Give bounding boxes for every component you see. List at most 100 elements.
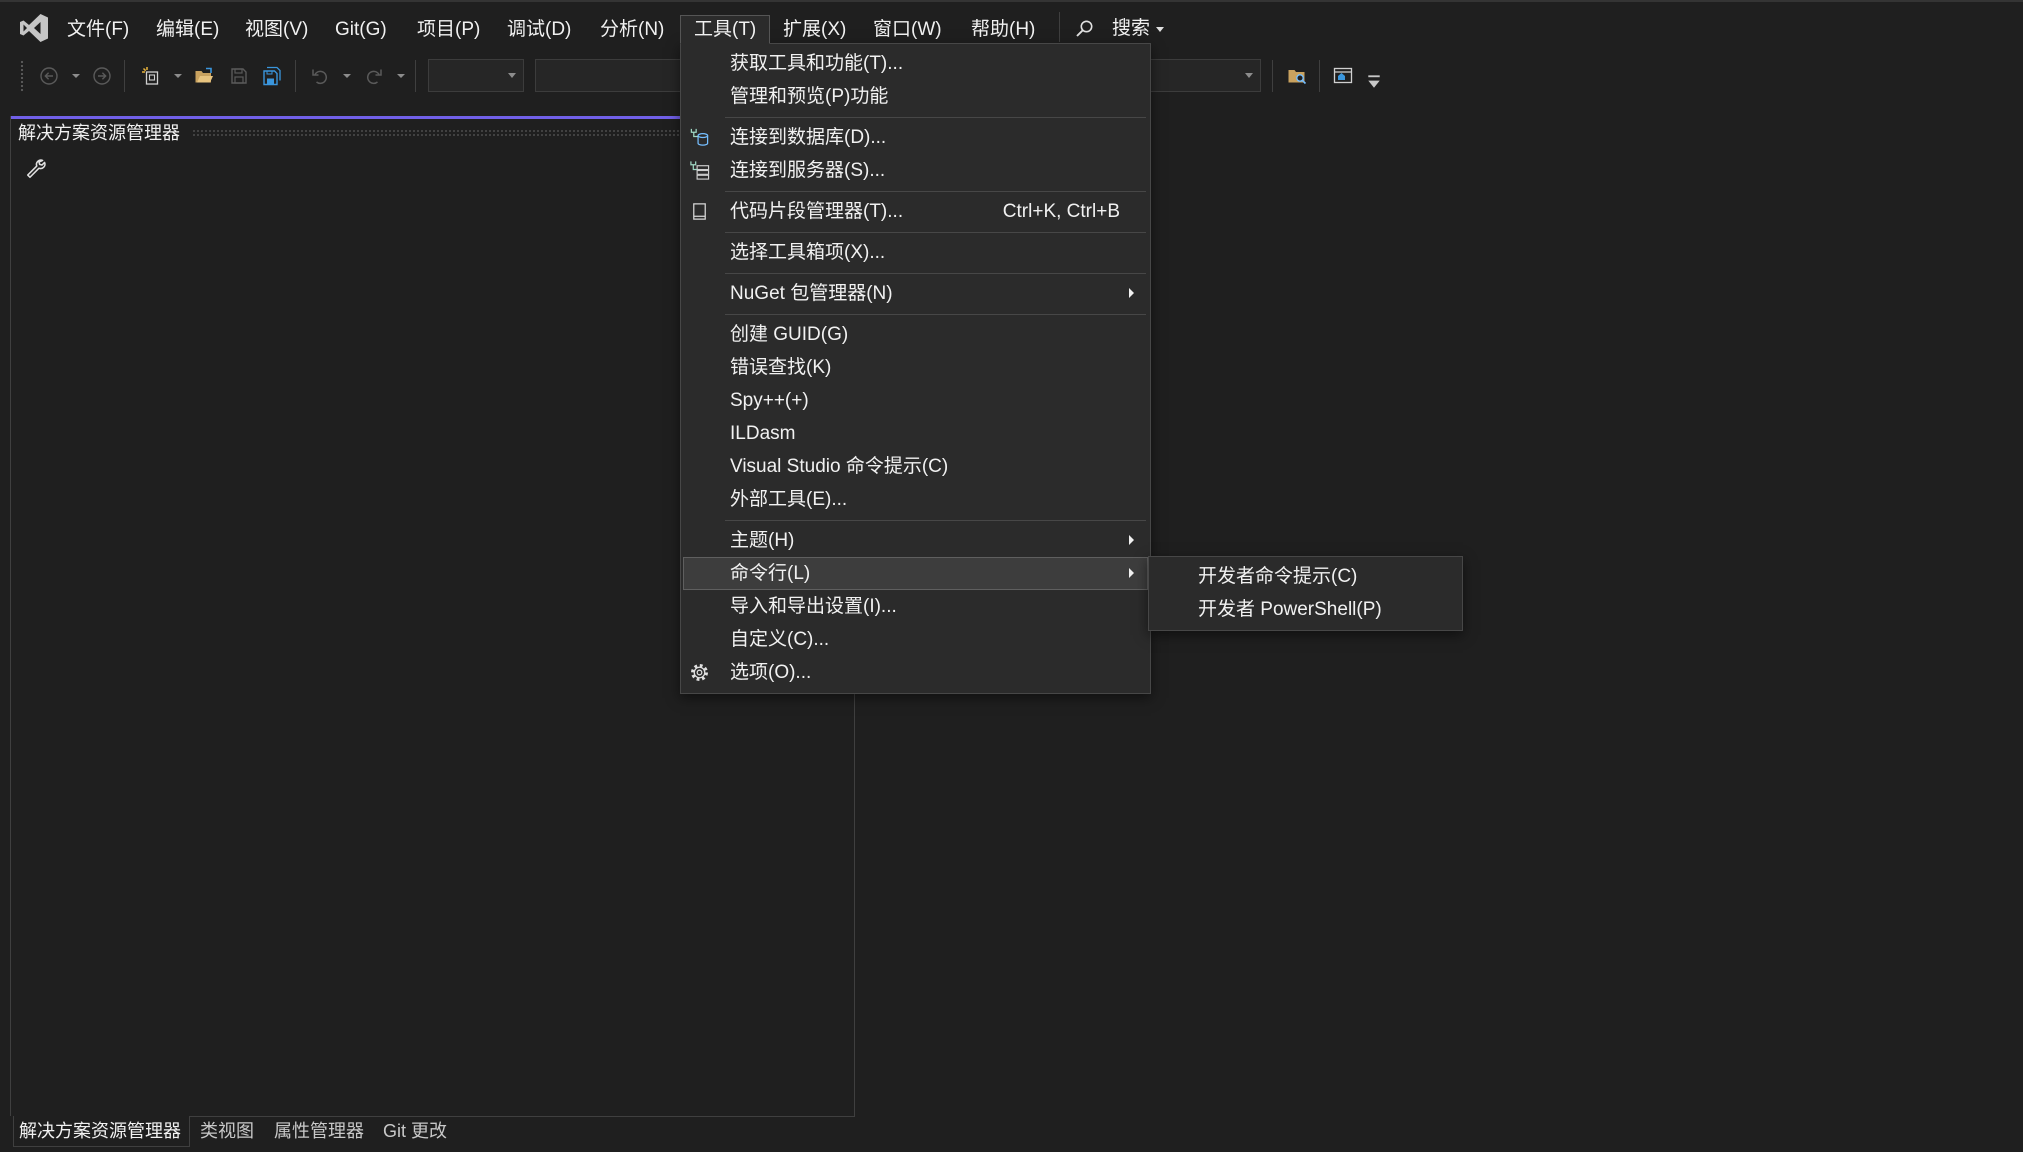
solution-configuration-combo[interactable] [428, 59, 524, 92]
navigate-forward-icon[interactable] [92, 66, 112, 86]
menu-file[interactable]: 文件(F) [53, 15, 143, 44]
menu-item-ildasm[interactable]: ILDasm [683, 417, 1148, 450]
menu-item-spy-plus-plus[interactable]: Spy++(+) [683, 384, 1148, 417]
menu-item-label: 选项(O)... [730, 662, 812, 683]
menu-separator [681, 516, 1150, 524]
menu-item-external-tools[interactable]: 外部工具(E)... [683, 483, 1148, 516]
save-all-icon[interactable] [262, 66, 282, 86]
menu-item-label: 连接到服务器(S)... [730, 160, 886, 181]
undo-dropdown-icon[interactable] [343, 74, 351, 78]
tab-git-changes[interactable]: Git 更改 [383, 1116, 447, 1147]
window-top-border [0, 0, 2023, 2]
panel-title[interactable]: 解决方案资源管理器 [18, 121, 180, 145]
menu-edit[interactable]: 编辑(E) [142, 15, 233, 44]
database-connect-icon [689, 127, 710, 148]
menu-item-label: 开发者 PowerShell(P) [1198, 599, 1382, 620]
new-project-dropdown-icon[interactable] [174, 74, 182, 78]
menu-item-label: Visual Studio 命令提示(C) [730, 456, 949, 477]
menu-item-connect-to-database[interactable]: 连接到数据库(D)... [683, 121, 1148, 154]
toolbar-grip[interactable] [20, 60, 24, 92]
menu-item-label: 连接到数据库(D)... [730, 127, 887, 148]
menu-item-manage-preview-features[interactable]: 管理和预览(P)功能 [683, 80, 1148, 113]
menu-view[interactable]: 视图(V) [231, 15, 322, 44]
redo-dropdown-icon[interactable] [397, 74, 405, 78]
menu-item-customize[interactable]: 自定义(C)... [683, 623, 1148, 656]
code-snippet-icon [689, 201, 710, 222]
menu-separator [681, 310, 1150, 318]
menu-item-label: 主题(H) [730, 530, 795, 551]
menu-item-get-tools-and-features[interactable]: 获取工具和功能(T)... [683, 47, 1148, 80]
menu-item-nuget-package-manager[interactable]: NuGet 包管理器(N) [683, 277, 1148, 310]
menu-window[interactable]: 窗口(W) [859, 15, 956, 44]
tab-class-view[interactable]: 类视图 [200, 1116, 254, 1147]
menu-item-label: 导入和导出设置(I)... [730, 596, 897, 617]
menu-project[interactable]: 项目(P) [403, 15, 494, 44]
tool-window-tab-bar: 解决方案资源管理器 类视图 属性管理器 Git 更改 [10, 1116, 855, 1148]
toolbar-separator [124, 60, 125, 92]
menu-item-connect-to-server[interactable]: 连接到服务器(S)... [683, 154, 1148, 187]
menu-separator [681, 228, 1150, 236]
menu-item-label: 创建 GUID(G) [730, 324, 849, 345]
command-line-submenu: 开发者命令提示(C) 开发者 PowerShell(P) [1148, 556, 1463, 631]
gear-icon [689, 662, 710, 683]
toolbar-overflow-icon[interactable] [1364, 72, 1380, 88]
submenu-arrow-icon [1129, 535, 1134, 545]
save-icon[interactable] [229, 66, 249, 86]
toolbar-separator [1319, 60, 1320, 92]
server-connect-icon [689, 160, 710, 181]
new-project-icon[interactable] [141, 66, 161, 86]
chevron-down-icon [1245, 73, 1253, 78]
navigate-back-icon[interactable] [39, 66, 59, 86]
menu-item-label: 管理和预览(P)功能 [730, 86, 889, 107]
menu-item-create-guid[interactable]: 创建 GUID(G) [683, 318, 1148, 351]
search-label: 搜索 [1112, 18, 1151, 39]
menu-item-code-snippets-manager[interactable]: 代码片段管理器(T)... Ctrl+K, Ctrl+B [683, 195, 1148, 228]
menu-item-vs-command-prompt[interactable]: Visual Studio 命令提示(C) [683, 450, 1148, 483]
menu-extensions[interactable]: 扩展(X) [769, 15, 860, 44]
menu-debug[interactable]: 调试(D) [493, 15, 585, 44]
menu-analyze[interactable]: 分析(N) [586, 15, 678, 44]
chevron-down-icon [508, 73, 516, 78]
menu-item-label: 代码片段管理器(T)... [730, 201, 904, 222]
menu-item-choose-toolbox-items[interactable]: 选择工具箱项(X)... [683, 236, 1148, 269]
chevron-down-icon [1156, 27, 1164, 32]
menu-item-label: 自定义(C)... [730, 629, 830, 650]
menu-separator [681, 113, 1150, 121]
menu-item-error-lookup[interactable]: 错误查找(K) [683, 351, 1148, 384]
submenu-item-developer-powershell[interactable]: 开发者 PowerShell(P) [1151, 593, 1460, 626]
submenu-item-developer-command-prompt[interactable]: 开发者命令提示(C) [1151, 560, 1460, 593]
menu-item-command-line[interactable]: 命令行(L) [683, 557, 1148, 590]
tools-menu-dropdown: 获取工具和功能(T)... 管理和预览(P)功能 连接到数据库(D)... 连接… [680, 43, 1151, 694]
browse-window-icon[interactable] [1333, 66, 1353, 86]
menu-item-label: 外部工具(E)... [730, 489, 848, 510]
menu-separator [681, 187, 1150, 195]
redo-icon[interactable] [364, 66, 384, 86]
menu-item-label: 选择工具箱项(X)... [730, 242, 886, 263]
menu-item-label: 错误查找(K) [730, 357, 832, 378]
wrench-icon[interactable] [25, 158, 47, 180]
menu-help[interactable]: 帮助(H) [957, 15, 1049, 44]
menu-item-label: Spy++(+) [730, 390, 809, 411]
search-button[interactable]: 搜索 [1072, 15, 1176, 43]
tab-solution-explorer[interactable]: 解决方案资源管理器 [13, 1116, 190, 1147]
menu-item-label: ILDasm [730, 423, 796, 444]
menu-tools[interactable]: 工具(T) [680, 15, 771, 44]
menu-item-label: 获取工具和功能(T)... [730, 53, 904, 74]
tab-property-manager[interactable]: 属性管理器 [274, 1116, 364, 1147]
toolbar-separator [415, 60, 416, 92]
toolbar-separator [295, 60, 296, 92]
open-folder-icon[interactable] [194, 66, 214, 86]
undo-icon[interactable] [310, 66, 330, 86]
menu-item-label: NuGet 包管理器(N) [730, 283, 893, 304]
menu-item-theme[interactable]: 主题(H) [683, 524, 1148, 557]
menu-item-label: 命令行(L) [730, 563, 811, 584]
search-icon [1074, 19, 1094, 39]
toolbar-separator [1272, 60, 1273, 92]
menu-item-options[interactable]: 选项(O)... [683, 656, 1148, 689]
find-in-files-icon[interactable] [1287, 66, 1307, 86]
navigate-back-dropdown-icon[interactable] [72, 74, 80, 78]
menu-item-import-export-settings[interactable]: 导入和导出设置(I)... [683, 590, 1148, 623]
menu-git[interactable]: Git(G) [321, 15, 401, 44]
visual-studio-logo-icon[interactable] [17, 12, 51, 44]
menu-item-shortcut: Ctrl+K, Ctrl+B [1002, 201, 1120, 222]
